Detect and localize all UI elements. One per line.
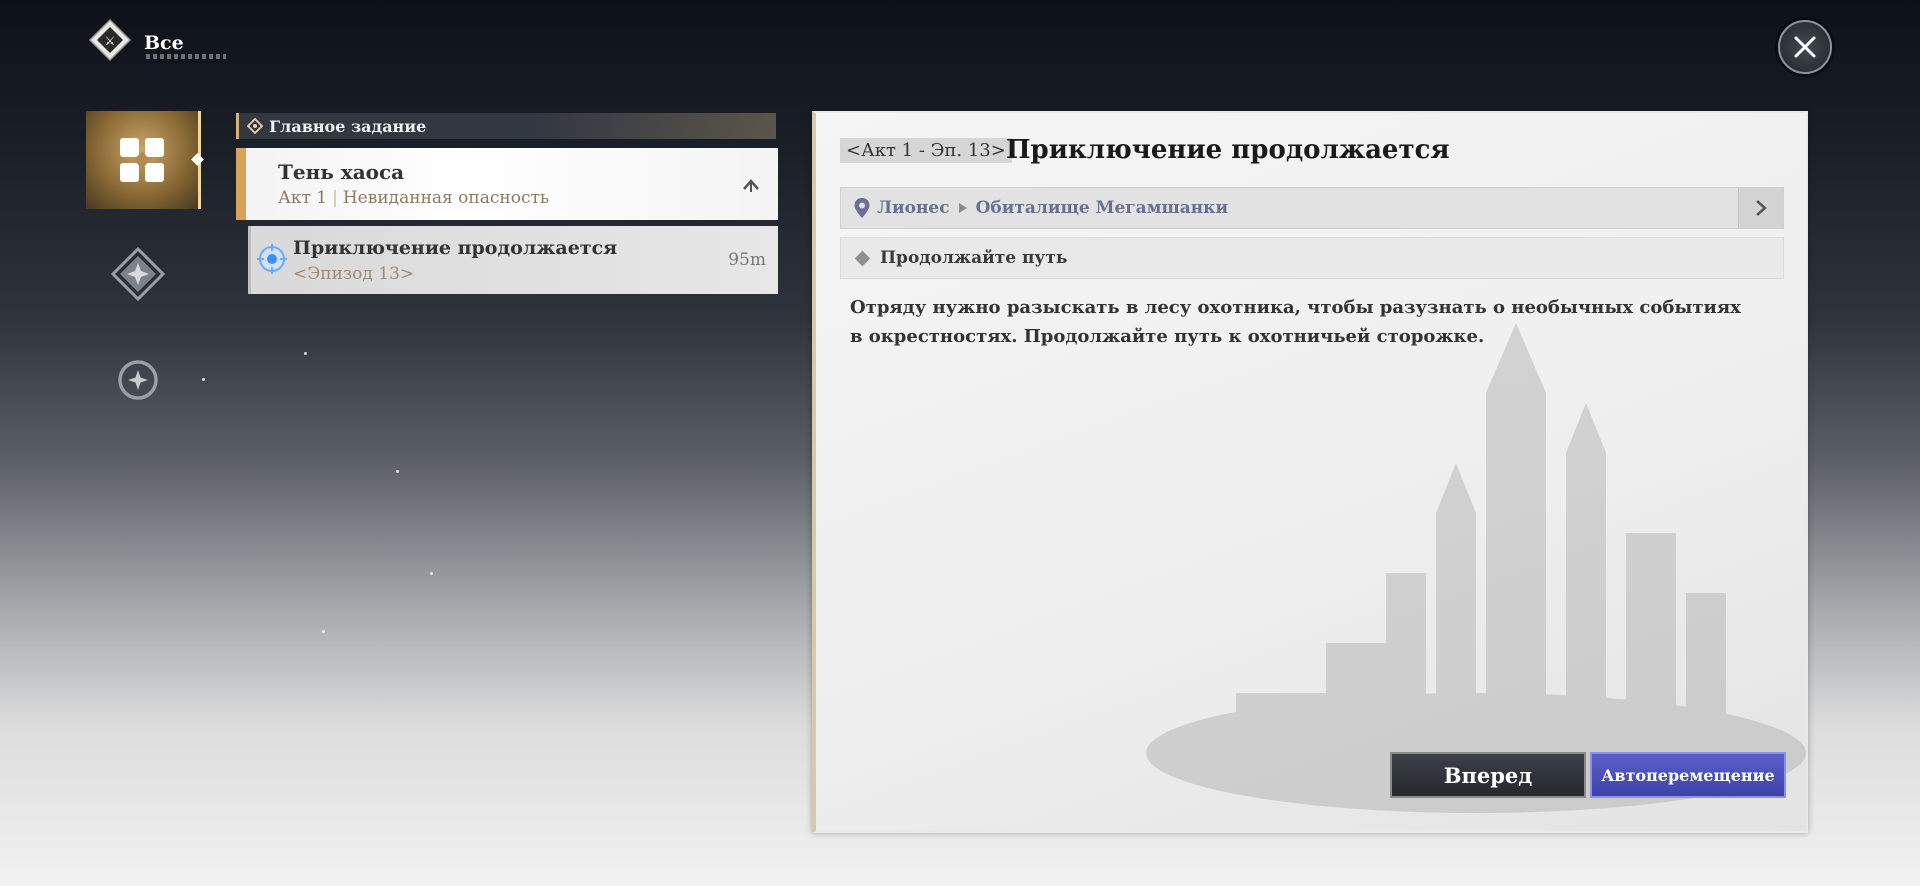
triangle-right-icon <box>958 203 967 213</box>
close-icon <box>1794 36 1816 58</box>
section-label: Главное задание <box>269 116 427 136</box>
forward-button[interactable]: Вперед <box>1390 752 1586 798</box>
objective-bar: Продолжайте путь <box>840 237 1784 279</box>
chapter-name: Тень хаоса <box>278 160 405 184</box>
chevron-right-icon <box>1756 200 1767 216</box>
quest-title: Приключение продолжается <box>1006 135 1450 165</box>
chapter-subtitle-text: Невиданная опасность <box>342 188 550 208</box>
game-logo-icon: ⚔ <box>88 18 132 62</box>
svg-text:⚔: ⚔ <box>105 34 116 48</box>
episode-tag: <Акт 1 - Эп. 13> <box>840 138 1012 163</box>
category-main-quests[interactable] <box>86 111 201 209</box>
chapter-subtitle: Акт 1 | Невиданная опасность <box>278 188 550 208</box>
collapse-button[interactable] <box>740 174 762 196</box>
star-circle-icon <box>118 360 158 400</box>
sparkle <box>304 352 307 355</box>
quest-name: Приключение продолжается <box>293 237 618 259</box>
location-navigate-button[interactable] <box>1738 188 1783 228</box>
chapter-act: Акт 1 <box>278 188 328 208</box>
map-pin-icon <box>854 198 870 218</box>
category-side-quests[interactable] <box>108 244 168 304</box>
diamond-target-icon <box>247 118 263 134</box>
section-header-main-quest: Главное задание <box>236 113 776 139</box>
sparkle <box>322 630 325 633</box>
quest-distance: 95m <box>728 250 766 270</box>
close-button[interactable] <box>1778 20 1832 74</box>
location-place: Обиталище Мегамшанки <box>975 198 1229 218</box>
tracked-quest-icon <box>257 244 287 274</box>
quest-list-item[interactable]: Приключение продолжается <Эпизод 13> 95m <box>248 226 778 294</box>
header-title: Все <box>144 32 184 54</box>
chapter-card[interactable]: Тень хаоса Акт 1 | Невиданная опасность <box>236 148 778 220</box>
star-diamond-icon <box>110 246 166 302</box>
quest-description: Отряду нужно разыскать в лесу охотника, … <box>850 297 1741 347</box>
category-other-quests[interactable] <box>114 356 162 404</box>
location-region: Лионес <box>877 198 950 218</box>
sparkle <box>202 378 205 381</box>
objective-text: Продолжайте путь <box>880 248 1068 268</box>
quest-episode: <Эпизод 13> <box>293 264 415 284</box>
header-subtitle-decoration <box>146 54 226 59</box>
quest-detail-panel: <Акт 1 - Эп. 13> Приключение продолжаетс… <box>812 111 1808 833</box>
location-bar[interactable]: Лионес Обиталище Мегамшанки <box>840 187 1784 229</box>
sparkle <box>430 572 433 575</box>
auto-travel-button[interactable]: Автоперемещение <box>1590 752 1786 798</box>
sparkle <box>396 470 399 473</box>
four-diamond-icon <box>120 138 164 182</box>
objective-diamond-icon <box>854 250 871 266</box>
chevron-up-icon <box>743 179 759 192</box>
